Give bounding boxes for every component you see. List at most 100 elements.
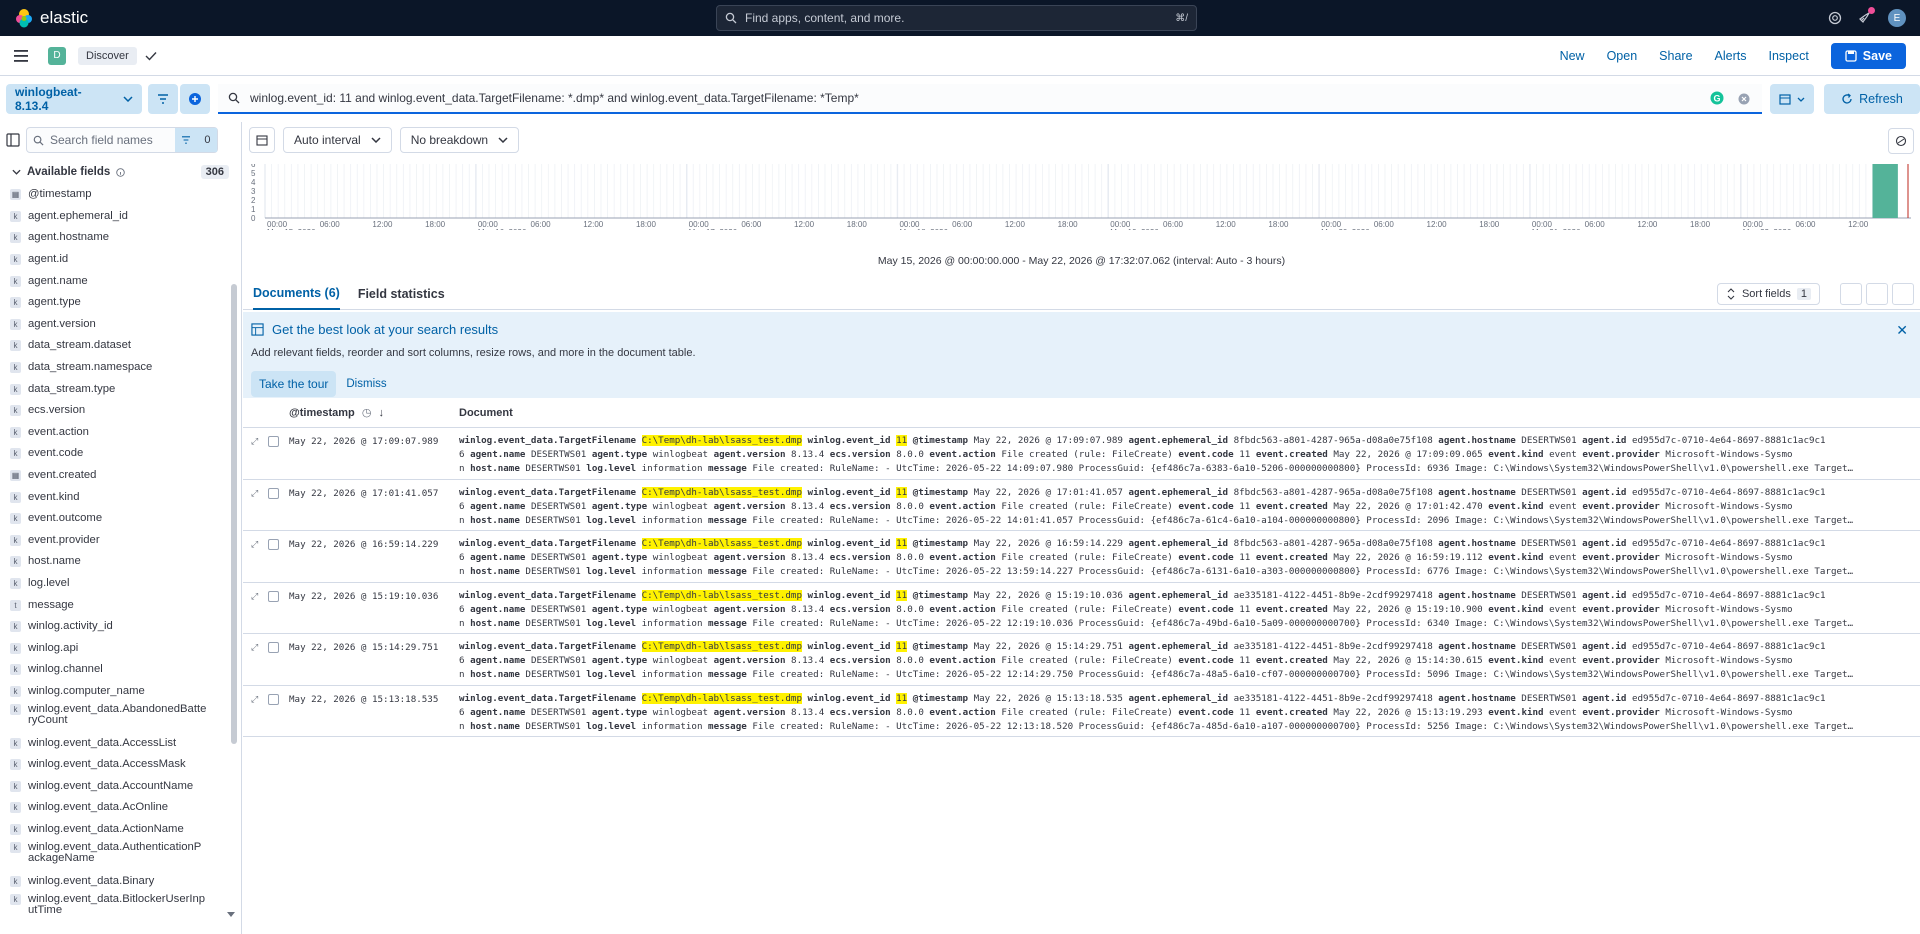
expand-icon[interactable]: ⤢ xyxy=(251,591,258,602)
expand-icon[interactable]: ⤢ xyxy=(251,436,258,447)
field-item[interactable]: k agent.hostname xyxy=(0,227,241,249)
field-search-input[interactable]: Search field names 0 xyxy=(26,127,218,153)
field-item[interactable]: k winlog.api xyxy=(0,637,241,659)
field-item[interactable]: k data_stream.dataset xyxy=(0,335,241,357)
field-item[interactable]: k winlog.event_data.AbandonedBatte ryCount xyxy=(0,702,241,732)
document-column-header[interactable]: Document xyxy=(459,407,513,419)
field-item[interactable]: k winlog.computer_name xyxy=(0,681,241,703)
field-item[interactable]: k winlog.event_data.ActionName xyxy=(0,819,241,841)
new-button[interactable]: New xyxy=(1560,49,1585,63)
take-tour-button[interactable]: Take the tour xyxy=(251,371,337,397)
field-item[interactable]: k agent.type xyxy=(0,292,241,314)
field-item[interactable]: k winlog.channel xyxy=(0,659,241,681)
field-item[interactable]: k event.kind xyxy=(0,486,241,508)
expand-icon[interactable]: ⤢ xyxy=(251,642,258,653)
table-row[interactable]: ⤢ May 22, 2026 @ 15:19:10.036 winlog.event… xyxy=(243,583,1920,634)
field-list-scrollbar[interactable] xyxy=(231,284,237,744)
field-item[interactable]: k winlog.event_data.AuthenticationP ackage… xyxy=(0,840,241,870)
field-item[interactable]: k winlog.event_data.AccessMask xyxy=(0,754,241,776)
close-icon[interactable]: ✕ xyxy=(1896,322,1908,339)
field-item[interactable]: k winlog.event_data.AcOnline xyxy=(0,797,241,819)
field-item[interactable]: k agent.version xyxy=(0,314,241,336)
field-item[interactable]: k log.level xyxy=(0,573,241,595)
field-item[interactable]: k winlog.event_data.BitlockerUserInp utTim… xyxy=(0,892,241,922)
menu-icon[interactable] xyxy=(14,49,30,63)
tab-documents[interactable]: Documents (6) xyxy=(253,278,340,310)
field-item[interactable]: k data_stream.type xyxy=(0,378,241,400)
field-item[interactable]: ▦ event.created xyxy=(0,465,241,487)
timestamp-column-header[interactable]: @timestamp ◷ ↓ xyxy=(289,406,384,419)
field-name: event.provider xyxy=(28,533,100,546)
row-checkbox[interactable] xyxy=(268,539,279,550)
doc-field-key: agent.name xyxy=(470,449,526,461)
space-avatar[interactable]: D xyxy=(48,46,66,65)
field-filter-button[interactable]: 0 xyxy=(175,128,217,152)
keyboard-icon[interactable] xyxy=(1840,283,1862,305)
histogram-day-label: May 17, 2026 xyxy=(689,228,738,230)
dismiss-button[interactable]: Dismiss xyxy=(346,378,386,390)
data-view-picker[interactable]: winlogbeat-8.13.4 xyxy=(6,84,142,114)
expand-icon[interactable]: ⤢ xyxy=(251,539,258,550)
expand-icon[interactable]: ⤢ xyxy=(251,488,258,499)
table-row[interactable]: ⤢ May 22, 2026 @ 15:14:29.751 winlog.event… xyxy=(243,634,1920,686)
row-checkbox[interactable] xyxy=(268,487,279,499)
field-item[interactable]: k winlog.event_data.AccessList xyxy=(0,732,241,754)
breakdown-select[interactable]: No breakdown xyxy=(399,127,520,153)
sort-fields-button[interactable]: Sort fields 1 xyxy=(1716,283,1820,305)
global-search-input[interactable]: Find apps, content, and more. ⌘/ xyxy=(716,5,1197,31)
field-item[interactable]: t message xyxy=(0,594,241,616)
inspect-button[interactable]: Inspect xyxy=(1768,49,1808,63)
info-icon[interactable] xyxy=(116,167,126,177)
scroll-down-icon[interactable] xyxy=(227,912,235,917)
table-row[interactable]: ⤢ May 22, 2026 @ 16:59:14.229 winlog.event… xyxy=(243,531,1920,583)
field-item[interactable]: k data_stream.namespace xyxy=(0,357,241,379)
breadcrumb[interactable]: Discover xyxy=(78,46,137,65)
histogram-chart[interactable]: 654321000:0006:0012:0018:00May 15, 20260… xyxy=(251,164,1911,230)
tab-field-statistics[interactable]: Field statistics xyxy=(358,279,445,309)
help-icon[interactable] xyxy=(1828,11,1842,25)
interval-select[interactable]: Auto interval xyxy=(283,127,392,153)
field-item[interactable]: k agent.name xyxy=(0,270,241,292)
field-item[interactable]: k event.action xyxy=(0,422,241,444)
alerts-button[interactable]: Alerts xyxy=(1715,49,1747,63)
save-button[interactable]: Save xyxy=(1830,43,1906,69)
field-item[interactable]: k winlog.event_data.Binary xyxy=(0,870,241,892)
grammarly-icon[interactable]: G xyxy=(1710,91,1724,105)
field-item[interactable]: k host.name xyxy=(0,551,241,573)
filter-menu-button[interactable] xyxy=(148,84,178,114)
date-picker-button[interactable] xyxy=(1770,84,1814,114)
field-item[interactable]: k winlog.activity_id xyxy=(0,616,241,638)
refresh-button[interactable]: Refresh xyxy=(1824,84,1920,114)
table-row[interactable]: ⤢ May 22, 2026 @ 17:01:41.057 winlog.event… xyxy=(243,480,1920,531)
sort-desc-icon[interactable]: ↓ xyxy=(378,407,384,419)
display-settings-icon[interactable] xyxy=(1866,283,1888,305)
table-row[interactable]: ⤢ May 22, 2026 @ 17:09:07.989 winlog.event… xyxy=(243,428,1920,480)
share-button[interactable]: Share xyxy=(1659,49,1692,63)
elastic-logo[interactable]: elastic xyxy=(14,8,88,28)
user-avatar[interactable]: E xyxy=(1888,9,1906,27)
kql-query-input[interactable]: winlog.event_id: 11 and winlog.event_dat… xyxy=(218,84,1762,114)
news-feed-button[interactable] xyxy=(1858,6,1875,27)
field-item[interactable]: k ecs.version xyxy=(0,400,241,422)
table-row[interactable]: ⤢ May 22, 2026 @ 15:13:18.535 winlog.event… xyxy=(243,686,1920,737)
add-filter-button[interactable] xyxy=(180,84,210,114)
open-button[interactable]: Open xyxy=(1607,49,1638,63)
expand-icon[interactable]: ⤢ xyxy=(251,694,258,705)
clear-icon[interactable] xyxy=(1738,93,1750,105)
fullscreen-icon[interactable] xyxy=(1892,283,1914,305)
row-checkbox[interactable] xyxy=(268,590,279,602)
field-item[interactable]: ▦ @timestamp xyxy=(0,184,241,206)
available-fields-header[interactable]: Available fields 306 xyxy=(0,160,241,184)
row-checkbox[interactable] xyxy=(268,642,279,653)
field-item[interactable]: k agent.ephemeral_id xyxy=(0,206,241,228)
row-checkbox[interactable] xyxy=(268,693,279,705)
toggle-histogram-button[interactable] xyxy=(249,127,275,153)
collapse-sidebar-icon[interactable] xyxy=(6,133,20,147)
field-item[interactable]: k winlog.event_data.AccountName xyxy=(0,775,241,797)
field-item[interactable]: k agent.id xyxy=(0,249,241,271)
histogram-options-button[interactable] xyxy=(1888,128,1914,154)
field-item[interactable]: k event.outcome xyxy=(0,508,241,530)
row-checkbox[interactable] xyxy=(268,436,279,447)
field-item[interactable]: k event.code xyxy=(0,443,241,465)
field-item[interactable]: k event.provider xyxy=(0,530,241,552)
